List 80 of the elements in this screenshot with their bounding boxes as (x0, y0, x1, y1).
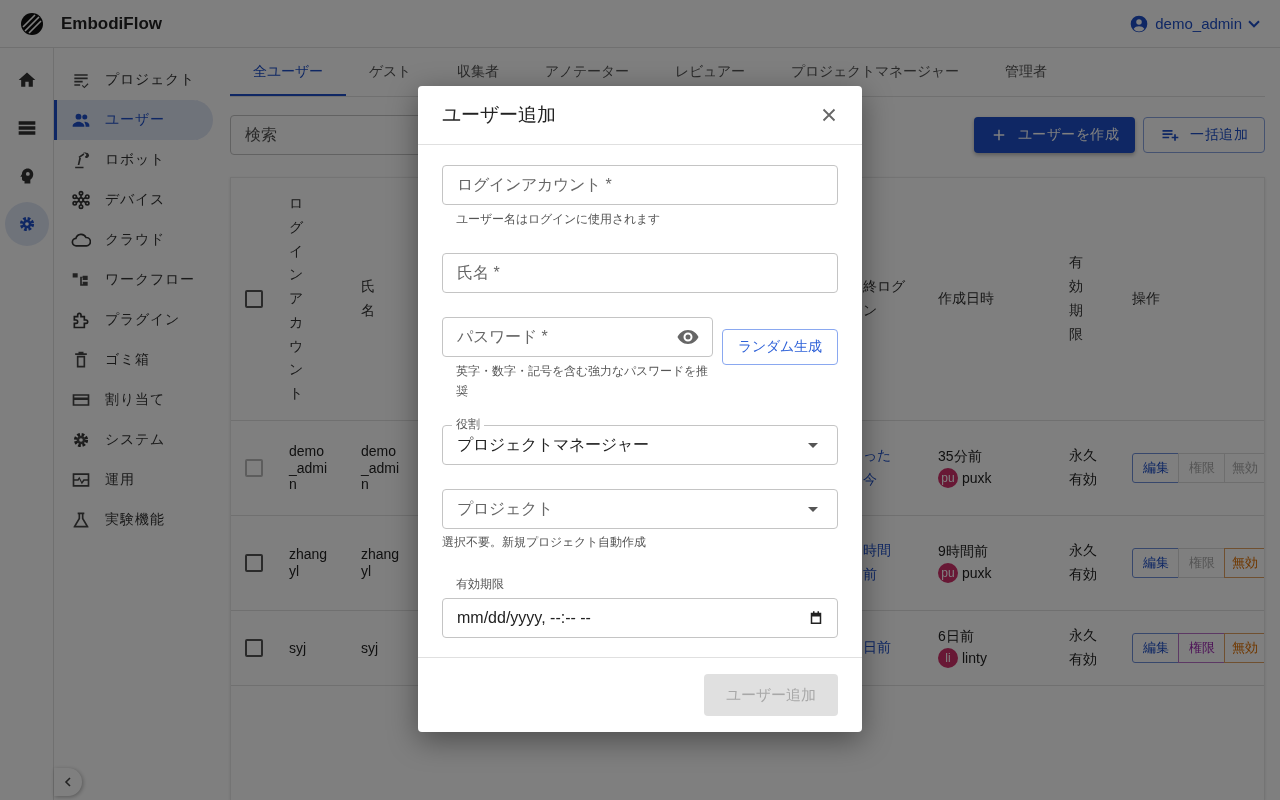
sidebar-item[interactable]: ユーザー (54, 100, 213, 140)
table-cell: zhangyl (361, 546, 401, 580)
table-cell: demo_admin (289, 442, 329, 494)
sidebar-item[interactable]: ゴミ箱 (54, 340, 213, 380)
table-cell-text: 永久有効 (1069, 541, 1098, 584)
column-header: ログインアカウント (289, 193, 303, 404)
checkbox[interactable] (245, 639, 263, 657)
creator-name: puxk (962, 565, 992, 581)
puzzle-icon (71, 310, 91, 330)
select-field[interactable]: プロジェクト (442, 489, 838, 529)
collapse-button[interactable] (54, 768, 82, 796)
monitor-heart-icon (71, 470, 91, 490)
column-header: 作成日時 (938, 289, 995, 309)
field-label: 役割 (452, 416, 484, 432)
sidebar-item[interactable]: プラグイン (54, 300, 213, 340)
random-generate-button[interactable]: ランダム生成 (722, 329, 838, 365)
sidebar-item[interactable]: 実験機能 (54, 500, 213, 540)
app-name: EmbodiFlow (61, 13, 163, 34)
field-label: 有効期限 (455, 576, 505, 592)
chevron-down-icon (1248, 19, 1260, 28)
password-field[interactable]: パスワード * (442, 317, 713, 357)
checkbox[interactable] (245, 554, 263, 572)
sidebar-item[interactable]: プロジェクト (54, 60, 213, 100)
dropdown-caret-icon (808, 506, 818, 512)
gear-icon (71, 430, 91, 450)
tab[interactable]: ゲスト (346, 48, 434, 96)
table-cell-text: 6日前 (938, 628, 975, 646)
hub-icon (71, 190, 91, 210)
sidebar-item[interactable]: ロボット (54, 140, 213, 180)
edit-button[interactable]: 編集 (1132, 633, 1179, 663)
helper-text: ユーザー名はログインに使用されます (455, 211, 661, 228)
home-icon (16, 70, 37, 90)
table-cell-text: 9時間前 (938, 543, 989, 561)
sidebar-item[interactable]: ワークフロー (54, 260, 213, 300)
table-cell-text: 永久有効 (1069, 626, 1098, 669)
table-cell-text: 永久有効 (1069, 446, 1098, 489)
column-header: 操作 (1132, 289, 1161, 309)
avatar: pu (938, 563, 958, 583)
permissions-button[interactable]: 権限 (1178, 633, 1225, 663)
creator-name: puxk (962, 470, 992, 486)
sidebar-item[interactable]: システム (54, 420, 213, 460)
dropdown-caret-icon (808, 442, 818, 448)
deactivate-button[interactable]: 無効 (1224, 633, 1264, 663)
deactivate-button[interactable]: 無効 (1224, 548, 1264, 578)
last-login-link[interactable]: 日前 (863, 636, 893, 660)
table-cell-text: 35分前 (938, 448, 983, 466)
logo-icon (20, 11, 44, 36)
create-user-button[interactable]: ユーザーを作成 (973, 117, 1135, 153)
account-icon (1129, 13, 1150, 34)
bulk-add-button[interactable]: 一括追加 (1143, 117, 1265, 153)
sidebar-item[interactable]: デバイス (54, 180, 213, 220)
avatar: pu (938, 468, 958, 488)
last-login-link[interactable]: 時間前 (863, 539, 893, 587)
sidebar-item[interactable]: 運用 (54, 460, 213, 500)
rail-button[interactable] (4, 202, 49, 246)
helper-text: 英字・数字・記号を含む強力なパスワードを推奨 (455, 363, 709, 400)
tab[interactable]: プロジェクトマネージャー (768, 48, 982, 96)
column-header: 氏名 (361, 277, 375, 320)
text-field[interactable]: 氏名 * (442, 253, 838, 293)
table-cell: demo_admin (361, 442, 401, 494)
creator-name: linty (962, 650, 987, 666)
user-menu[interactable]: demo_admin (1125, 9, 1264, 38)
date-field[interactable]: mm/dd/yyyy, --:-- -- (442, 598, 838, 638)
sidebar-item[interactable]: クラウド (54, 220, 213, 260)
edit-button[interactable]: 編集 (1132, 548, 1179, 578)
table-cell-text: syj (289, 639, 308, 657)
table-cell: zhangyl (289, 546, 329, 580)
storage-icon (16, 118, 37, 138)
table-cell-text: syj (361, 639, 380, 657)
tab[interactable]: 管理者 (982, 48, 1070, 96)
tab[interactable]: 全ユーザー (230, 48, 346, 96)
checkbox[interactable] (245, 290, 263, 308)
text-field[interactable]: ログインアカウント * (442, 165, 838, 205)
column-header: 有効期限 (1069, 253, 1083, 344)
helper-text: 選択不要。新規プロジェクト自動作成 (442, 534, 647, 551)
column-header: 終ログン (863, 277, 906, 320)
dialog-title: ユーザー追加 (442, 103, 557, 127)
flask-icon (71, 510, 91, 530)
avatar: li (938, 648, 958, 668)
sidebar-item[interactable]: 割り当て (54, 380, 213, 420)
